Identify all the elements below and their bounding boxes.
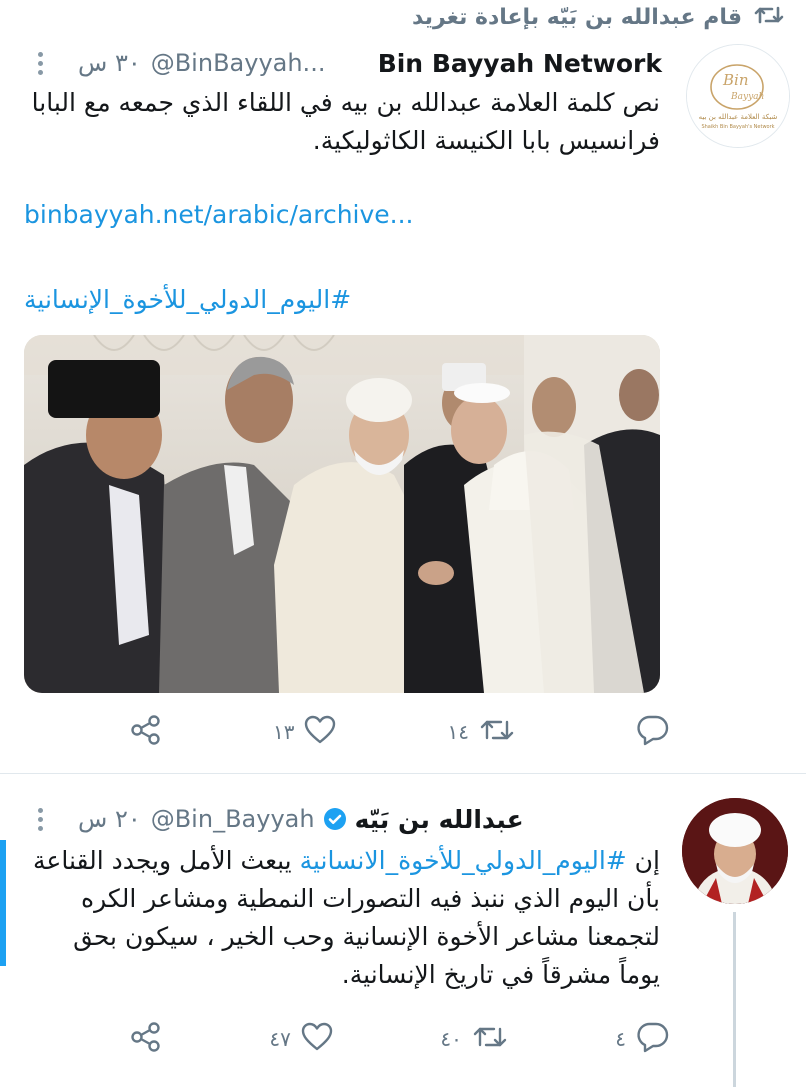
tweet-hashtag[interactable]: #اليوم_الدولي_للأخوة_الإنسانية	[24, 285, 351, 314]
retweet-icon	[479, 716, 515, 749]
svg-text:Bayyah: Bayyah	[730, 92, 764, 102]
tweet-hashtag[interactable]: #اليوم_الدولي_للأخوة_الانسانية	[300, 846, 627, 875]
tweet-photo[interactable]	[24, 335, 660, 693]
retweet-button[interactable]: ١٤	[447, 716, 514, 749]
tweet-actions: ١٣ ١٤	[130, 712, 670, 752]
tweet-handle[interactable]: @Bin_Bayyah	[151, 805, 315, 833]
tweet-time: ٣٠ س	[78, 49, 141, 77]
reply-button[interactable]: ٤	[615, 1021, 670, 1058]
retweet-header-text: قام عبدالله بن بَيّه بإعادة تغريد	[412, 4, 742, 30]
like-icon	[304, 715, 336, 750]
tweet-header: ٢٠ س @Bin_Bayyah عبدالله بن بَيّه	[30, 798, 662, 840]
tweet-actions: ٤٧ ٤٠ ٤	[130, 1019, 670, 1059]
reply-icon	[636, 714, 670, 751]
tweet-header: ٣٠ س @BinBayyah... Bin Bayyah Network	[30, 44, 662, 82]
share-icon	[130, 714, 162, 750]
retweet-icon	[472, 1023, 508, 1056]
like-button[interactable]: ١٣	[273, 715, 336, 750]
svg-text:Bin: Bin	[722, 71, 748, 89]
tweet-time: ٢٠ س	[78, 805, 141, 833]
display-name[interactable]: Bin Bayyah Network	[378, 49, 662, 78]
like-icon	[301, 1022, 333, 1057]
share-button[interactable]	[130, 1021, 162, 1057]
avatar[interactable]	[682, 798, 788, 904]
tweet-link[interactable]: binbayyah.net/arabic/archive...	[24, 200, 414, 229]
like-count: ١٣	[273, 720, 295, 744]
reply-button[interactable]	[626, 714, 670, 751]
like-button[interactable]: ٤٧	[269, 1022, 333, 1057]
photo-meeting-illustration	[24, 335, 660, 693]
svg-text:شبكة العلامة عبدالله بن بيه: شبكة العلامة عبدالله بن بيه	[699, 113, 778, 121]
avatar[interactable]: Bin Bayyah شبكة العلامة عبدالله بن بيه S…	[686, 44, 790, 148]
tweet-divider	[0, 773, 806, 774]
bin-bayyah-network-logo: Bin Bayyah شبكة العلامة عبدالله بن بيه S…	[687, 45, 789, 147]
retweet-count: ٤٠	[440, 1027, 462, 1051]
retweet-count: ١٤	[447, 720, 469, 744]
display-name[interactable]: عبدالله بن بَيّه	[355, 805, 524, 834]
share-icon	[130, 1021, 162, 1057]
reply-count: ٤	[615, 1027, 626, 1051]
focus-indicator	[0, 840, 6, 966]
tweet-text: نص كلمة العلامة عبدالله بن بيه في اللقاء…	[31, 88, 660, 155]
thread-line	[733, 912, 736, 1087]
more-icon[interactable]	[30, 807, 50, 831]
reply-icon	[636, 1021, 670, 1058]
share-button[interactable]	[130, 714, 162, 750]
verified-icon	[323, 807, 347, 831]
retweet-header[interactable]: قام عبدالله بن بَيّه بإعادة تغريد	[412, 0, 784, 34]
tweet-handle[interactable]: @BinBayyah...	[151, 49, 326, 77]
profile-photo	[682, 798, 788, 904]
like-count: ٤٧	[269, 1027, 291, 1051]
tweet-text-prefix: إن	[626, 846, 660, 875]
tweet-text: إن #اليوم_الدولي_للأخوة_الانسانية يبعث ا…	[30, 842, 660, 994]
retweet-button[interactable]: ٤٠	[440, 1023, 507, 1056]
retweet-icon	[754, 3, 784, 31]
more-icon[interactable]	[30, 51, 50, 75]
svg-text:Shaikh Bin Bayyah's Network: Shaikh Bin Bayyah's Network	[701, 124, 774, 130]
